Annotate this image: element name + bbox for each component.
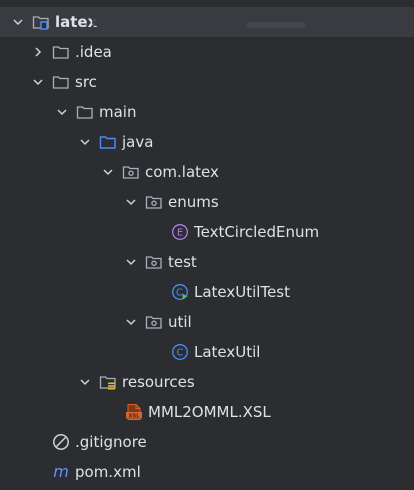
package-icon [145,193,163,211]
xsl-file-icon: XSL [125,403,143,421]
resources-folder-icon [99,373,117,391]
module-folder-icon [32,13,50,31]
package-icon [145,313,163,331]
tree-row-enums[interactable]: enums [0,187,414,217]
svg-text:C: C [177,348,184,359]
tree-label: src [75,73,97,91]
tree-row-mml2omml-xsl[interactable]: XSL MML2OMML.XSL [0,397,414,427]
folder-icon [52,73,70,91]
chevron-right-icon[interactable] [30,44,46,60]
tree-label: MML2OMML.XSL [148,403,271,421]
tree-label: resources [122,373,195,391]
tree-label: LatexUtil [194,343,261,361]
tree-label: .idea [75,43,112,61]
tree-label: LatexUtilTest [194,283,291,301]
package-icon [122,163,140,181]
source-folder-icon [99,133,117,151]
tree-row-textcircledenum[interactable]: E TextCircledEnum [0,217,414,247]
chevron-down-icon[interactable] [123,314,139,330]
tree-label: util [168,313,192,331]
enum-icon: E [171,223,189,241]
package-icon [145,253,163,271]
folder-icon [52,43,70,61]
tree-row-latexutil[interactable]: C LatexUtil [0,337,414,367]
tree-label: enums [168,193,219,211]
project-tree: latex .idea src main java com.latex enum… [0,0,414,490]
tree-row-java[interactable]: java [0,127,414,157]
ignore-file-icon [52,433,70,451]
chevron-down-icon[interactable] [77,134,93,150]
chevron-down-icon[interactable] [10,14,26,30]
tree-row-pom-xml[interactable]: m pom.xml [0,457,414,487]
class-icon: C [171,343,189,361]
tree-row-main[interactable]: main [0,97,414,127]
tree-label: .gitignore [75,433,147,451]
tree-row-util[interactable]: util [0,307,414,337]
chevron-down-icon[interactable] [123,194,139,210]
svg-text:m: m [53,463,69,481]
tree-label: test [168,253,197,271]
svg-text:XSL: XSL [128,413,140,419]
tree-label: pom.xml [75,463,141,481]
svg-text:C: C [176,288,183,299]
tree-row-src[interactable]: src [0,67,414,97]
tree-label: com.latex [145,163,219,181]
tree-row-latexutiltest[interactable]: C LatexUtilTest [0,277,414,307]
tree-label: main [99,103,137,121]
chevron-down-icon[interactable] [100,164,116,180]
chevron-down-icon[interactable] [30,74,46,90]
tree-row-com-latex[interactable]: com.latex [0,157,414,187]
tree-row-idea[interactable]: .idea [0,37,414,67]
tree-row-resources[interactable]: resources [0,367,414,397]
tree-row-gitignore[interactable]: .gitignore [0,427,414,457]
tree-row-test[interactable]: test [0,247,414,277]
chevron-down-icon[interactable] [54,104,70,120]
tree-label: latex [55,13,98,31]
test-class-icon: C [171,283,189,301]
tree-label: java [122,133,154,151]
svg-text:E: E [177,228,183,239]
chevron-down-icon[interactable] [77,374,93,390]
tree-label: TextCircledEnum [194,223,320,241]
folder-icon [76,103,94,121]
maven-icon: m [52,463,70,481]
redacted-path-detail [246,22,306,28]
chevron-down-icon[interactable] [123,254,139,270]
